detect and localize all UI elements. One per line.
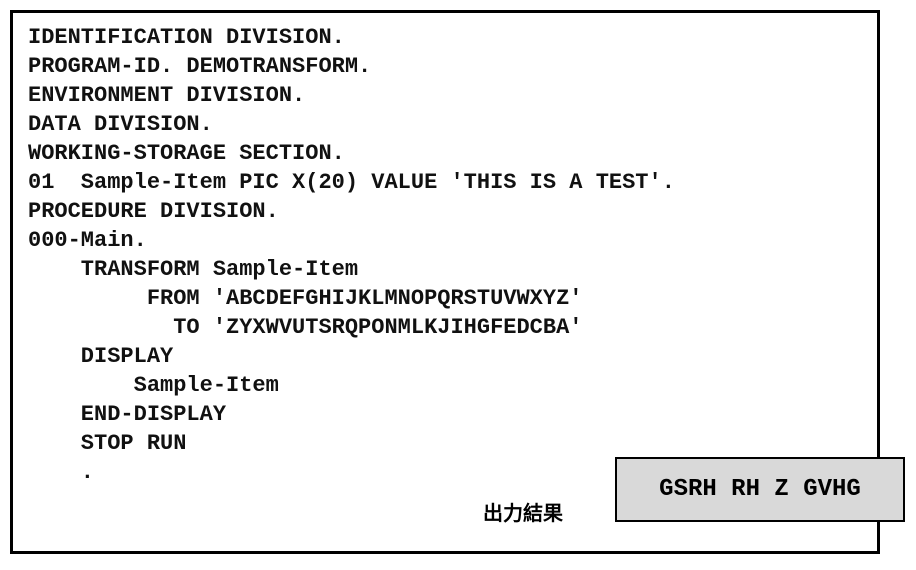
code-line: ENVIRONMENT DIVISION. xyxy=(28,83,306,108)
code-line: STOP RUN xyxy=(28,431,187,456)
code-line: Sample-Item xyxy=(28,373,279,398)
code-line: DISPLAY xyxy=(28,344,174,369)
code-line: END-DISPLAY xyxy=(28,402,227,427)
code-line: . xyxy=(28,460,95,485)
code-line: TO 'ZYXWVUTSRQPONMLKJIHGFEDCBA' xyxy=(28,315,583,340)
code-line: 01 Sample-Item PIC X(20) VALUE 'THIS IS … xyxy=(28,170,675,195)
code-line: IDENTIFICATION DIVISION. xyxy=(28,25,345,50)
code-line: FROM 'ABCDEFGHIJKLMNOPQRSTUVWXYZ' xyxy=(28,286,583,311)
code-line: DATA DIVISION. xyxy=(28,112,213,137)
code-line: TRANSFORM Sample-Item xyxy=(28,257,359,282)
cobol-source-code: IDENTIFICATION DIVISION. PROGRAM-ID. DEMO… xyxy=(28,23,675,487)
output-result-box: GSRH RH Z GVHG xyxy=(615,457,905,522)
code-line: 000-Main. xyxy=(28,228,147,253)
code-line: WORKING-STORAGE SECTION. xyxy=(28,141,345,166)
output-result-text: GSRH RH Z GVHG xyxy=(659,476,861,503)
code-line: PROGRAM-ID. DEMOTRANSFORM. xyxy=(28,54,372,79)
code-line: PROCEDURE DIVISION. xyxy=(28,199,279,224)
output-label: 出力結果 xyxy=(483,501,563,525)
